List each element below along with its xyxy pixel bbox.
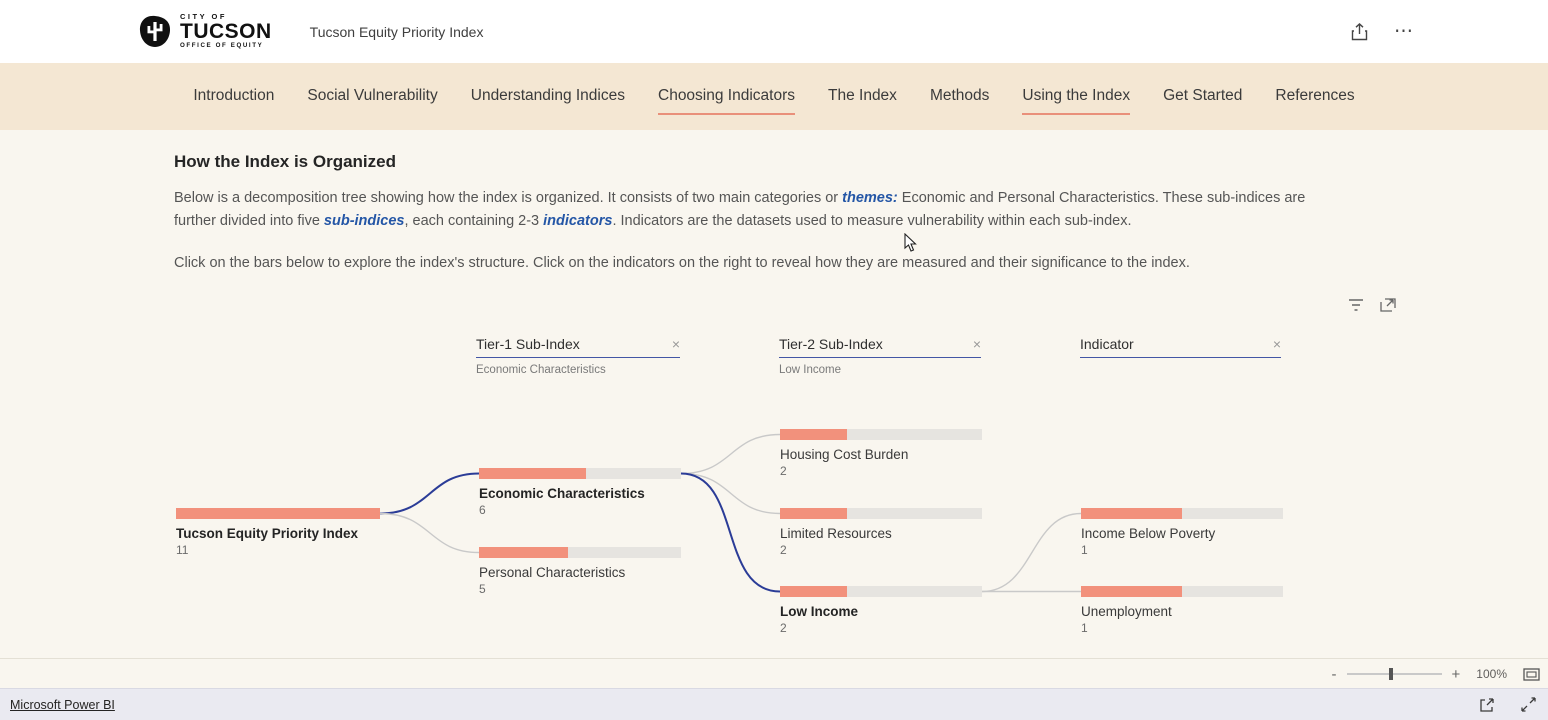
share-icon[interactable]	[1351, 23, 1368, 41]
node-bar[interactable]	[780, 586, 982, 597]
nav-item-understanding-indices[interactable]: Understanding Indices	[471, 87, 625, 115]
node-label: Economic Characteristics	[479, 486, 681, 501]
node-bar[interactable]	[176, 508, 380, 519]
node-bar-fill	[1081, 508, 1182, 519]
close-icon[interactable]: ×	[973, 337, 981, 351]
node-bar[interactable]	[479, 547, 681, 558]
node-bar-fill	[176, 508, 380, 519]
tree-node-limited-resources[interactable]: Limited Resources 2	[780, 508, 982, 557]
node-bar-fill	[780, 429, 847, 440]
section-nav: Introduction Social Vulnerability Unders…	[0, 63, 1548, 130]
node-label: Unemployment	[1081, 604, 1283, 619]
node-label: Income Below Poverty	[1081, 526, 1283, 541]
zoom-level: 100%	[1476, 667, 1507, 681]
node-label: Housing Cost Burden	[780, 447, 982, 462]
tree-node-low-income[interactable]: Low Income 2	[780, 586, 982, 635]
nav-item-references[interactable]: References	[1275, 87, 1354, 115]
zoom-slider-track	[1347, 673, 1442, 675]
column-label: Indicator	[1080, 336, 1134, 352]
app-header: CITY OF TUCSON OFFICE OF EQUITY Tucson E…	[0, 0, 1548, 63]
node-bar-fill	[1081, 586, 1182, 597]
fit-to-page-icon[interactable]	[1523, 668, 1540, 681]
node-value: 6	[479, 503, 681, 517]
more-options-icon[interactable]: ⋯	[1394, 20, 1414, 43]
node-bar-fill	[479, 468, 586, 479]
zoom-slider[interactable]	[1347, 668, 1442, 680]
close-icon[interactable]: ×	[672, 337, 680, 351]
tree-node-personal-characteristics[interactable]: Personal Characteristics 5	[479, 547, 681, 596]
column-selected-value: Low Income	[779, 364, 981, 377]
tree-node-economic-characteristics[interactable]: Economic Characteristics 6	[479, 468, 681, 517]
column-selected-value	[1080, 364, 1281, 377]
report-canvas: How the Index is Organized Below is a de…	[0, 130, 1548, 658]
page-title: How the Index is Organized	[174, 152, 1339, 172]
column-tier2-subindex: Tier-2 Sub-Index × Low Income	[779, 336, 981, 377]
tree-node-unemployment[interactable]: Unemployment 1	[1081, 586, 1283, 635]
logo-office: OFFICE OF EQUITY	[180, 43, 272, 50]
node-label: Tucson Equity Priority Index	[176, 526, 380, 541]
column-label: Tier-1 Sub-Index	[476, 336, 580, 352]
themes-link[interactable]: themes:	[842, 190, 898, 206]
node-bar[interactable]	[780, 429, 982, 440]
node-value: 2	[780, 464, 982, 478]
focus-mode-icon[interactable]	[1380, 298, 1396, 312]
microsoft-powerbi-link[interactable]: Microsoft Power BI	[10, 698, 115, 712]
nav-item-the-index[interactable]: The Index	[828, 87, 897, 115]
node-value: 11	[176, 543, 380, 557]
powerbi-footer: Microsoft Power BI	[0, 688, 1548, 720]
node-label: Personal Characteristics	[479, 565, 681, 580]
close-icon[interactable]: ×	[1273, 337, 1281, 351]
filter-icon[interactable]	[1348, 298, 1364, 312]
nav-item-methods[interactable]: Methods	[930, 87, 989, 115]
node-bar-fill	[479, 547, 568, 558]
fullscreen-icon[interactable]	[1521, 697, 1536, 712]
zoom-out-button[interactable]: -	[1332, 667, 1337, 682]
nav-item-introduction[interactable]: Introduction	[193, 87, 274, 115]
nav-item-using-the-index[interactable]: Using the Index	[1022, 87, 1130, 115]
indicators-link[interactable]: indicators	[543, 213, 612, 229]
tucson-logo: CITY OF TUCSON OFFICE OF EQUITY	[137, 13, 272, 49]
nav-item-social-vulnerability[interactable]: Social Vulnerability	[307, 87, 437, 115]
sub-indices-link[interactable]: sub-indices	[324, 213, 405, 229]
node-value: 2	[780, 621, 982, 635]
column-label: Tier-2 Sub-Index	[779, 336, 883, 352]
intro-paragraph: Below is a decomposition tree showing ho…	[174, 187, 1339, 233]
node-bar-fill	[780, 586, 847, 597]
node-bar[interactable]	[479, 468, 681, 479]
report-title: Tucson Equity Priority Index	[310, 24, 484, 40]
tree-node-income-below-poverty[interactable]: Income Below Poverty 1	[1081, 508, 1283, 557]
logo-name: TUCSON	[180, 21, 272, 43]
nav-item-get-started[interactable]: Get Started	[1163, 87, 1242, 115]
tucson-logo-icon	[137, 15, 173, 48]
node-label: Low Income	[780, 604, 982, 619]
node-bar[interactable]	[780, 508, 982, 519]
zoom-in-button[interactable]: +	[1452, 667, 1461, 682]
node-value: 1	[1081, 621, 1283, 635]
node-value: 2	[780, 543, 982, 557]
tree-node-root[interactable]: Tucson Equity Priority Index 11	[176, 508, 380, 557]
node-bar[interactable]	[1081, 508, 1283, 519]
column-tier1-subindex: Tier-1 Sub-Index × Economic Characterist…	[476, 336, 680, 377]
share-icon[interactable]	[1479, 697, 1495, 713]
column-indicator: Indicator ×	[1080, 336, 1281, 377]
node-bar-fill	[780, 508, 847, 519]
nav-item-choosing-indicators[interactable]: Choosing Indicators	[658, 87, 795, 115]
instruction-paragraph: Click on the bars below to explore the i…	[174, 252, 1339, 275]
column-selected-value: Economic Characteristics	[476, 364, 680, 377]
zoom-slider-handle[interactable]	[1389, 668, 1393, 680]
tree-node-housing-cost-burden[interactable]: Housing Cost Burden 2	[780, 429, 982, 478]
node-label: Limited Resources	[780, 526, 982, 541]
node-bar[interactable]	[1081, 586, 1283, 597]
node-value: 5	[479, 582, 681, 596]
zoom-strip: - + 100%	[0, 658, 1548, 688]
node-value: 1	[1081, 543, 1283, 557]
